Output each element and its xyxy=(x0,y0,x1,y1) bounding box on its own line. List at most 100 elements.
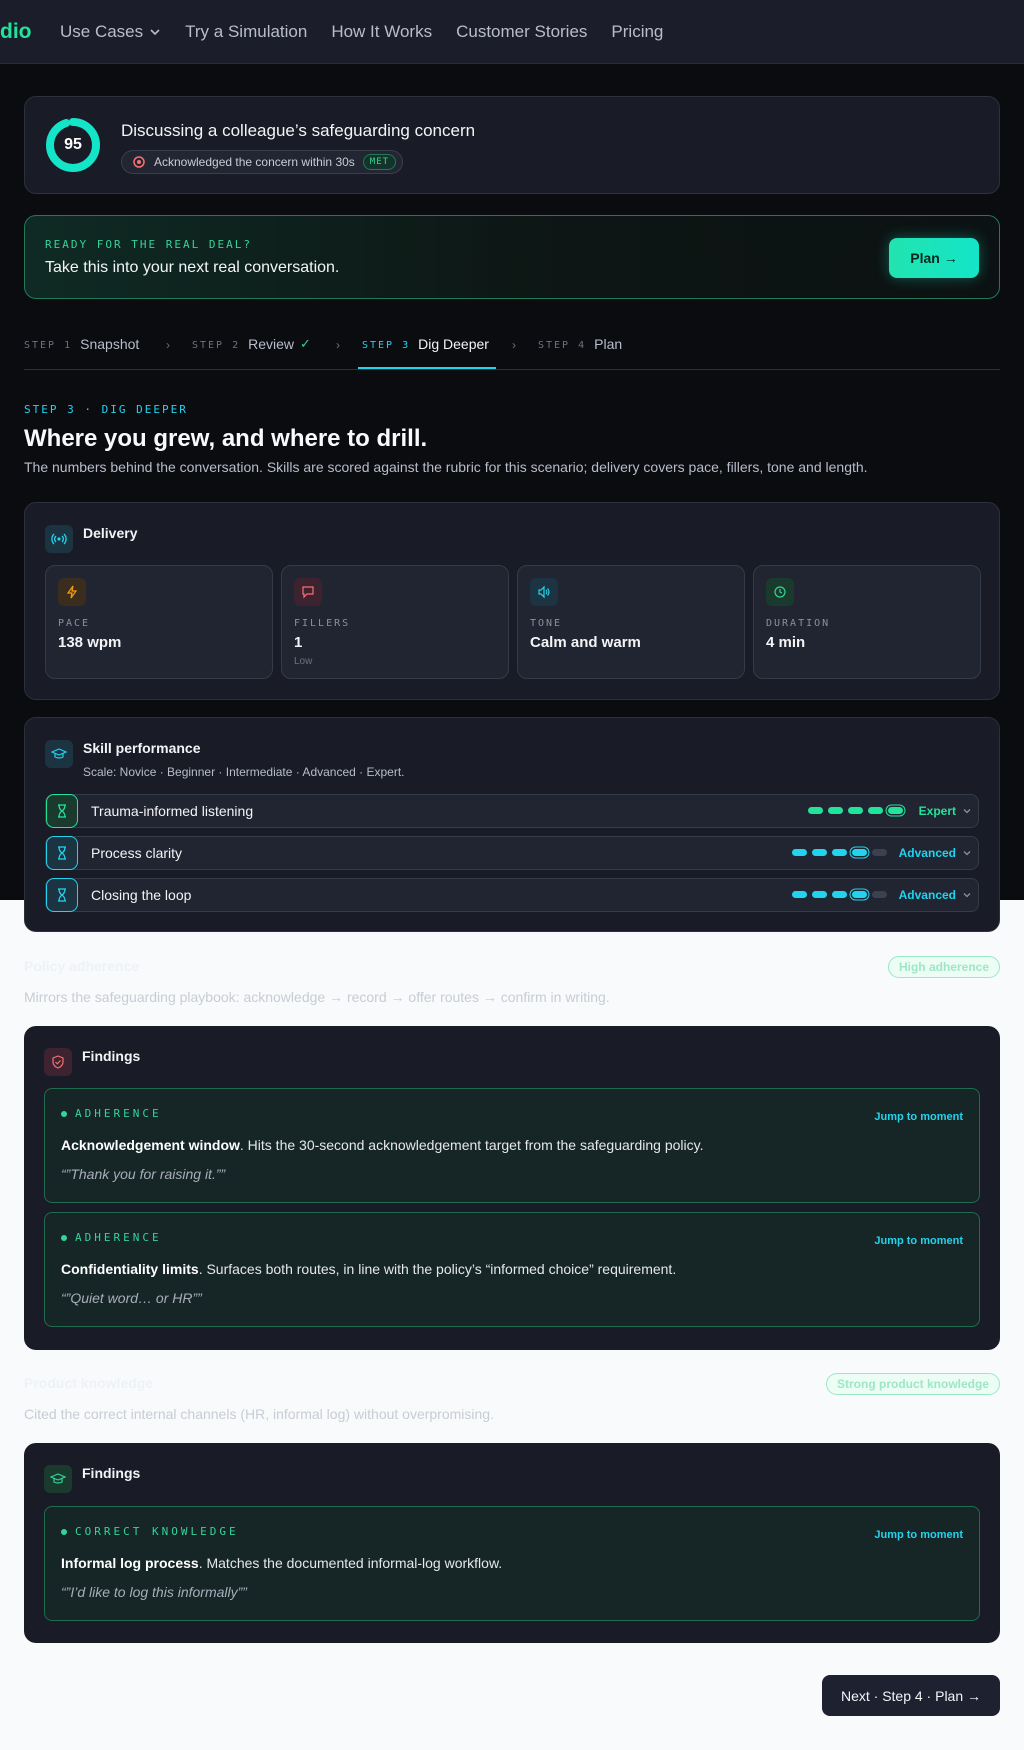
jump-to-moment-link[interactable]: Jump to moment xyxy=(874,1235,963,1247)
status-dot xyxy=(61,1528,67,1535)
section-kicker: STEP 3 · DIG DEEPER xyxy=(24,403,188,416)
finding-quote: “”I’d like to log this informally”” xyxy=(61,1584,247,1600)
chevron-down-icon xyxy=(963,893,971,898)
metric-label: DURATION xyxy=(766,618,831,629)
finding-text: Acknowledgement window. Hits the 30-seco… xyxy=(61,1137,703,1153)
tab-step-2[interactable]: STEP 2 Review ✓ xyxy=(192,336,311,370)
skill-bar-filled xyxy=(832,891,847,898)
shield-icon xyxy=(44,1048,72,1076)
delivery-title: Delivery xyxy=(83,525,138,541)
skill-level-bars xyxy=(808,807,908,814)
metric-value: 4 min xyxy=(766,634,806,651)
lightning-icon xyxy=(58,578,86,606)
speaker-icon xyxy=(530,578,558,606)
nav-links: Use Cases Try a Simulation How It Works … xyxy=(60,0,687,64)
finding-bold: Informal log process xyxy=(61,1555,199,1571)
skill-bar-filled xyxy=(888,807,903,814)
ready-card: READY FOR THE REAL DEAL? Take this into … xyxy=(24,215,1000,299)
jump-to-moment-link[interactable]: Jump to moment xyxy=(874,1529,963,1541)
nav-link-customer-stories[interactable]: Customer Stories xyxy=(456,22,587,42)
skill-bar-filled xyxy=(852,849,867,856)
step-separator: › xyxy=(336,338,340,352)
findings-title: Findings xyxy=(82,1465,141,1481)
criterion-text: Acknowledged the concern within 30s xyxy=(154,155,355,169)
metric-label: FILLERS xyxy=(294,618,351,629)
metric-pace: PACE 138 wpm xyxy=(45,565,273,679)
skill-level-bars xyxy=(792,891,892,898)
findings-title: Findings xyxy=(82,1048,141,1064)
step-label: Review xyxy=(248,336,295,352)
skill-bar-filled xyxy=(868,807,883,814)
score-card: 95 Discussing a colleague’s safeguarding… xyxy=(24,96,1000,194)
hourglass-icon xyxy=(46,794,78,828)
product-description: Cited the correct internal channels (HR,… xyxy=(24,1406,494,1422)
step-number: STEP 2 xyxy=(192,340,241,351)
skill-bar-empty xyxy=(872,891,887,898)
finding-kicker-text: CORRECT KNOWLEDGE xyxy=(75,1525,239,1538)
nav-link-use-cases[interactable]: Use Cases xyxy=(60,22,161,42)
brand-logo[interactable]: dio xyxy=(0,20,32,44)
nav-link-try-simulation[interactable]: Try a Simulation xyxy=(185,22,307,42)
hourglass-icon xyxy=(46,836,78,870)
finding-kicker: CORRECT KNOWLEDGE xyxy=(61,1525,239,1538)
metric-value: 138 wpm xyxy=(58,634,122,651)
ready-kicker: READY FOR THE REAL DEAL? xyxy=(45,238,252,251)
finding-item: CORRECT KNOWLEDGE Jump to moment Informa… xyxy=(44,1506,980,1621)
broadcast-icon xyxy=(45,525,73,553)
step-number: STEP 3 xyxy=(362,340,411,351)
skill-performance-card: Skill performance Scale: Novice · Beginn… xyxy=(24,717,1000,932)
policy-pill: High adherence xyxy=(887,956,1000,978)
section-description: The numbers behind the conversation. Ski… xyxy=(24,459,868,475)
scenario-title: Discussing a colleague’s safeguarding co… xyxy=(121,121,476,140)
finding-kicker-text: ADHERENCE xyxy=(75,1107,162,1120)
chevron-down-icon xyxy=(963,851,971,856)
skill-bar-filled xyxy=(808,807,823,814)
clock-icon xyxy=(766,578,794,606)
product-findings-card: Findings CORRECT KNOWLEDGE Jump to momen… xyxy=(24,1443,1000,1643)
section-title: Where you grew, and where to drill. xyxy=(24,425,428,452)
status-dot xyxy=(61,1110,67,1117)
finding-bold: Confidentiality limits xyxy=(61,1261,199,1277)
step-label: Snapshot xyxy=(80,336,140,352)
skill-row-process-clarity[interactable]: Process clarity Advanced xyxy=(45,836,979,870)
finding-kicker: ADHERENCE xyxy=(61,1107,162,1120)
jump-to-moment-link[interactable]: Jump to moment xyxy=(874,1111,963,1123)
next-step-button[interactable]: Next · Step 4 · Plan → xyxy=(822,1675,1000,1716)
skill-bar-filled xyxy=(792,891,807,898)
finding-text: Confidentiality limits. Surfaces both ro… xyxy=(61,1261,676,1277)
plan-button[interactable]: Plan → xyxy=(889,238,979,278)
criterion-chip: Acknowledged the concern within 30s MET xyxy=(121,150,404,174)
skill-row-closing-the-loop[interactable]: Closing the loop Advanced xyxy=(45,878,979,912)
skill-bar-filled xyxy=(828,807,843,814)
tab-step-1[interactable]: STEP 1 Snapshot xyxy=(24,336,139,370)
finding-item: ADHERENCE Jump to moment Acknowledgement… xyxy=(44,1088,980,1203)
skill-level-label: Advanced xyxy=(898,888,956,902)
finding-bold: Acknowledgement window xyxy=(61,1137,240,1153)
skills-scale: Scale: Novice · Beginner · Intermediate … xyxy=(83,765,405,779)
metric-tone: TONE Calm and warm xyxy=(517,565,745,679)
metric-label: PACE xyxy=(58,618,91,629)
speech-bubble-icon xyxy=(294,578,322,606)
metric-label: TONE xyxy=(530,618,563,629)
step-number: STEP 4 xyxy=(538,340,587,351)
top-nav: dio Use Cases Try a Simulation How It Wo… xyxy=(0,0,1024,64)
skill-row-trauma-informed-listening[interactable]: Trauma-informed listening Expert xyxy=(45,794,979,828)
graduation-cap-icon xyxy=(45,740,73,768)
tab-step-4[interactable]: STEP 4 Plan xyxy=(538,336,622,370)
step-label: Plan xyxy=(594,336,623,352)
finding-kicker: ADHERENCE xyxy=(61,1231,162,1244)
product-title: Product knowledge xyxy=(24,1375,154,1391)
step-number: STEP 1 xyxy=(24,340,73,351)
finding-quote: “”Quiet word… or HR”” xyxy=(61,1290,202,1306)
skills-title: Skill performance xyxy=(83,740,201,756)
metric-duration: DURATION 4 min xyxy=(753,565,981,679)
nav-link-label: Use Cases xyxy=(60,22,144,41)
nav-link-pricing[interactable]: Pricing xyxy=(611,22,663,42)
skill-bar-filled xyxy=(852,891,867,898)
target-icon xyxy=(133,156,145,168)
tab-step-3[interactable]: STEP 3 Dig Deeper xyxy=(362,336,489,370)
nav-link-how-it-works[interactable]: How It Works xyxy=(331,22,432,42)
product-pill: Strong product knowledge xyxy=(826,1373,1000,1395)
metric-value: Calm and warm xyxy=(530,634,641,651)
skill-bar-filled xyxy=(792,849,807,856)
